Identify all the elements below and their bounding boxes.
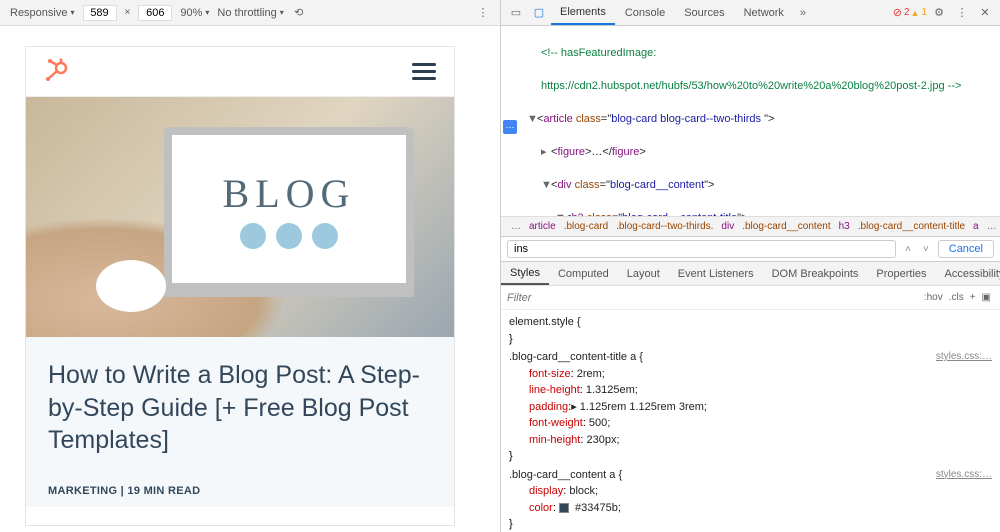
styles-tab-event-listeners[interactable]: Event Listeners	[669, 264, 763, 284]
device-mode-select[interactable]: Responsive	[10, 7, 75, 19]
styles-rules[interactable]: element.style {}.blog-card__content-titl…	[501, 310, 1000, 532]
error-count-badge[interactable]: 2	[893, 6, 910, 19]
close-icon[interactable]: ✕	[974, 6, 996, 19]
elements-tree[interactable]: <!-- hasFeaturedImage: https://cdn2.hubs…	[501, 26, 1000, 216]
find-next-icon[interactable]: ˅	[920, 244, 932, 255]
device-menu-icon[interactable]: ⋮	[476, 6, 490, 20]
site-header	[26, 47, 454, 97]
blog-meta: MARKETING | 19 MIN READ	[48, 485, 432, 497]
devtools-menu-icon[interactable]: ⋮	[951, 6, 973, 19]
width-input[interactable]	[83, 5, 117, 21]
find-prev-icon[interactable]: ˄	[902, 244, 914, 255]
device-toggle-icon[interactable]: ▢	[528, 6, 550, 19]
cls-toggle[interactable]: .cls	[946, 292, 967, 303]
new-rule-icon[interactable]: +	[967, 292, 979, 303]
devtools-pane: ▭ ▢ Elements Console Sources Network » 2…	[500, 0, 1000, 532]
hov-toggle[interactable]: :hov	[921, 292, 946, 303]
blog-card-content: How to Write a Blog Post: A Step-by-Step…	[26, 337, 454, 507]
height-input[interactable]	[138, 5, 172, 21]
blog-featured-image: BLOG	[26, 97, 454, 337]
settings-gear-icon[interactable]: ⚙	[928, 6, 950, 19]
laptop-blog-text: BLOG	[223, 170, 356, 217]
find-input[interactable]	[507, 240, 896, 258]
tab-console[interactable]: Console	[616, 2, 674, 24]
find-bar: ˄ ˅ Cancel	[501, 236, 1000, 262]
styles-tabs: Styles Computed Layout Event Listeners D…	[501, 262, 1000, 286]
tab-sources[interactable]: Sources	[675, 2, 733, 24]
element-breadcrumb[interactable]: … article.blog-card.blog-card--two-third…	[501, 216, 1000, 236]
stylesheet-link[interactable]: styles.css:…	[936, 467, 992, 482]
inspect-icon[interactable]: ▭	[505, 6, 527, 19]
device-preview-pane: Responsive × 90% No throttling ⟲ ⋮ BLOG	[0, 0, 500, 532]
devtools-tabs: ▭ ▢ Elements Console Sources Network » 2…	[501, 0, 1000, 26]
styles-tab-layout[interactable]: Layout	[618, 264, 669, 284]
styles-filter-bar: :hov .cls + ▣	[501, 286, 1000, 310]
blog-post-title[interactable]: How to Write a Blog Post: A Step-by-Step…	[48, 359, 432, 457]
styles-tab-accessibility[interactable]: Accessibility	[936, 264, 1000, 284]
warning-count-badge[interactable]: 1	[911, 7, 927, 18]
device-toolbar: Responsive × 90% No throttling ⟲ ⋮	[0, 0, 500, 26]
zoom-select[interactable]: 90%	[180, 7, 209, 19]
rendered-page: BLOG How to Write a Blog Post: A Step-by…	[25, 46, 455, 526]
styles-tab-properties[interactable]: Properties	[867, 264, 935, 284]
element-actions-icon[interactable]: ⋯	[503, 120, 517, 134]
dimension-x: ×	[125, 7, 131, 18]
stylesheet-link[interactable]: styles.css:…	[936, 349, 992, 364]
hubspot-logo-icon[interactable]	[44, 57, 68, 86]
more-tabs-icon[interactable]: »	[794, 7, 812, 19]
styles-tab-styles[interactable]: Styles	[501, 263, 549, 285]
rotate-icon[interactable]: ⟲	[292, 6, 306, 20]
html-comment-url: https://cdn2.hubspot.net/hubfs/53/how%20…	[541, 80, 961, 92]
find-cancel-button[interactable]: Cancel	[938, 240, 994, 258]
viewport-wrap: BLOG How to Write a Blog Post: A Step-by…	[0, 26, 500, 532]
styles-tab-dom-breakpoints[interactable]: DOM Breakpoints	[763, 264, 868, 284]
styles-filter-input[interactable]	[507, 292, 921, 304]
styles-tab-computed[interactable]: Computed	[549, 264, 618, 284]
html-comment: <!-- hasFeaturedImage:	[541, 47, 656, 59]
hamburger-menu-icon[interactable]	[412, 63, 436, 80]
tab-network[interactable]: Network	[735, 2, 793, 24]
tab-elements[interactable]: Elements	[551, 1, 615, 25]
throttle-select[interactable]: No throttling	[217, 7, 283, 19]
styles-more-icon[interactable]: ▣	[979, 292, 994, 303]
